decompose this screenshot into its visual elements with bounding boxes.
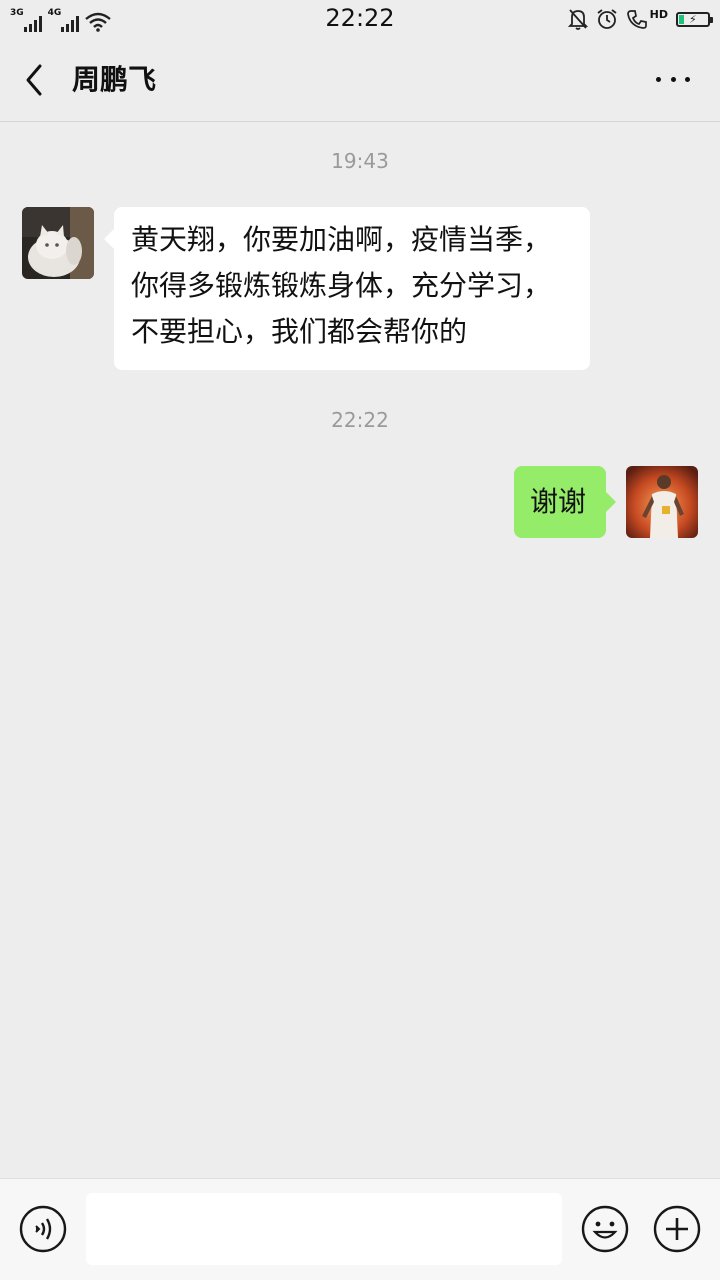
message-bubble-received[interactable]: 黄天翔，你要加油啊，疫情当季， 你得多锻炼锻炼身体，充分学习， 不要担心，我们都…	[104, 207, 590, 370]
message-bubble-sent[interactable]: 谢谢	[514, 466, 616, 538]
message-line: 黄天翔，你要加油啊，疫情当季，	[131, 223, 552, 256]
message-text: 谢谢	[530, 485, 587, 518]
chat-title: 周鹏飞	[72, 63, 157, 96]
cat-avatar-image	[22, 207, 94, 279]
self-avatar[interactable]	[626, 466, 698, 538]
player-avatar-image	[626, 466, 698, 538]
emoji-icon[interactable]	[581, 1205, 629, 1253]
battery-charging-icon: ⚡	[676, 11, 713, 27]
chat-header: 周鹏飞	[0, 38, 720, 122]
plus-circle-icon[interactable]	[653, 1205, 701, 1253]
input-bar	[0, 1178, 720, 1280]
hd-label: HD	[649, 7, 668, 21]
status-bar: 3G 4G 22:22 HD ⚡	[0, 0, 720, 38]
alarm-icon	[597, 9, 617, 29]
timestamp: 22:22	[331, 408, 389, 432]
mute-icon	[567, 9, 588, 30]
timestamp: 19:43	[331, 149, 389, 173]
contact-avatar[interactable]	[22, 207, 94, 279]
more-dots-icon[interactable]	[656, 74, 690, 84]
message-line: 不要担心，我们都会帮你的	[131, 315, 468, 348]
voice-icon[interactable]	[19, 1205, 67, 1253]
message-line: 你得多锻炼锻炼身体，充分学习，	[131, 269, 552, 302]
message-input[interactable]	[86, 1193, 562, 1265]
status-right: HD ⚡	[567, 6, 713, 32]
chat-area[interactable]: 19:43 黄天翔，你要加油啊，疫情当季， 你得多锻炼锻炼身体，充分学习， 不要…	[0, 123, 720, 1178]
hd-call-icon	[626, 10, 647, 29]
chevron-left-icon[interactable]	[18, 60, 54, 100]
